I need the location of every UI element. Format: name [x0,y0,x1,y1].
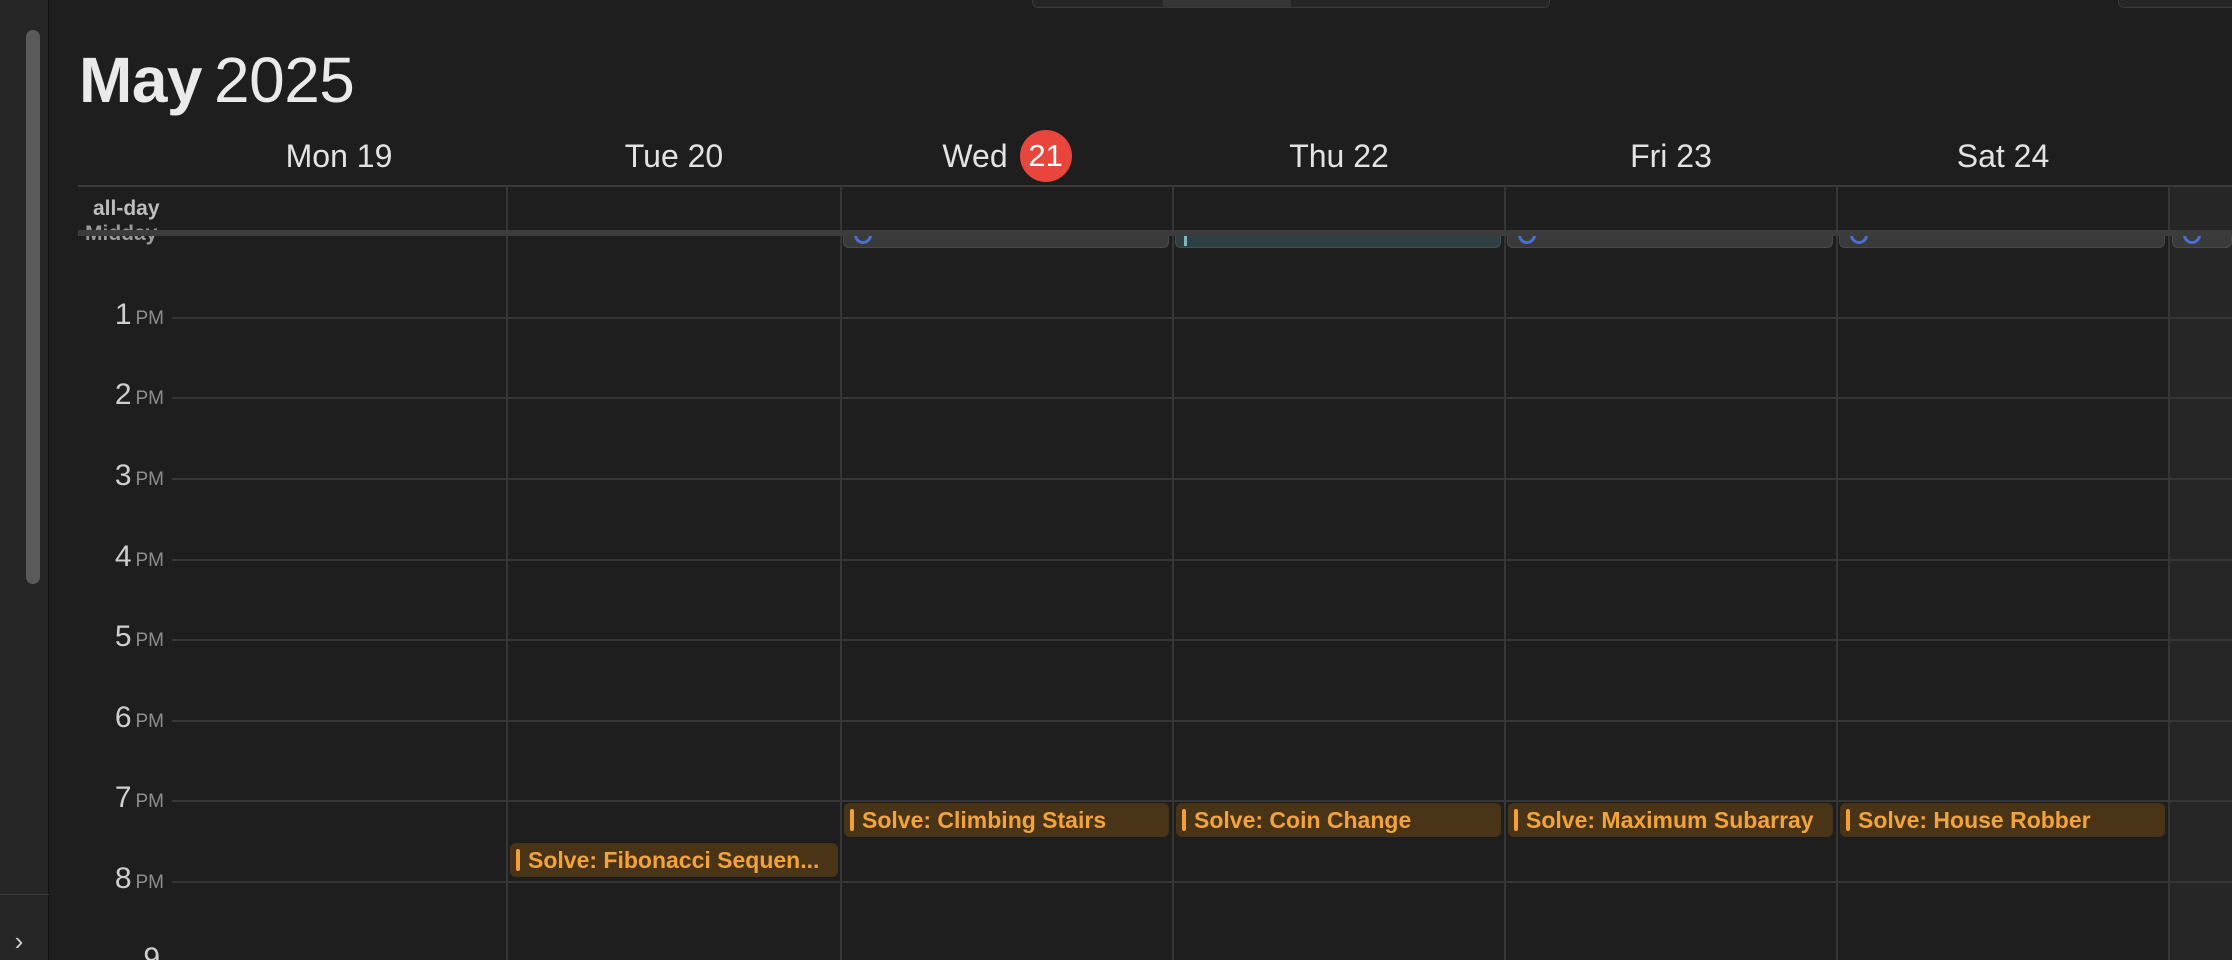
header-divider [78,185,2232,187]
hour-label: 2 PM [114,378,164,411]
view-segment-selected[interactable] [1163,0,1291,7]
event-coin-change[interactable]: Solve: Coin Change [1176,803,1501,837]
hidden-event[interactable] [2172,234,2232,248]
hour-line [172,317,2232,319]
hour-line [172,478,2232,480]
day-header-sat[interactable]: Sat 24 [1838,128,2168,184]
hidden-event[interactable] [843,234,1169,248]
title-month: May [79,44,203,116]
hour-label: 7 PM [114,781,164,814]
event-title: Solve: House Robber [1858,806,2091,833]
hour-label: 9 [143,942,160,960]
hour-line [172,639,2232,641]
day-header-wed[interactable]: Wed 21 [842,128,1172,184]
event-maximum-subarray[interactable]: Solve: Maximum Subarray [1508,803,1833,837]
event-stripe [850,809,854,831]
title-year: 2025 [214,44,355,116]
allday-label: all-day [93,197,160,220]
event-stripe [1846,809,1850,831]
hour-label: 1 PM [114,298,164,331]
allday-divider [78,230,2232,236]
event-climbing-stairs[interactable]: Solve: Climbing Stairs [844,803,1169,837]
hour-line [172,720,2232,722]
event-title: Solve: Fibonacci Sequen... [528,846,820,873]
day-header-thu[interactable]: Thu 22 [1174,128,1504,184]
column-divider [1504,186,1506,960]
column-divider [506,186,508,960]
column-divider [840,186,842,960]
day-header-mon[interactable]: Mon 19 [172,128,506,184]
view-segmented-control[interactable] [1032,0,1550,8]
hour-line [172,559,2232,561]
day-header-tue[interactable]: Tue 20 [508,128,840,184]
event-house-robber[interactable]: Solve: House Robber [1840,803,2165,837]
hidden-event[interactable] [1839,234,2165,248]
day-header-fri[interactable]: Fri 23 [1506,128,1836,184]
search-field[interactable] [2118,0,2232,8]
hour-line [172,397,2232,399]
next-day-column [2170,186,2232,960]
event-fibonacci[interactable]: Solve: Fibonacci Sequen... [510,843,838,877]
hour-label: 8 PM [114,862,164,895]
hidden-event[interactable] [1175,236,1501,248]
hour-label: 6 PM [114,701,164,734]
event-stripe [1182,809,1186,831]
hour-label: 4 PM [114,540,164,573]
page-title: May 2025 [79,40,355,120]
day-label: Tue 20 [624,137,724,174]
event-title: Solve: Climbing Stairs [862,806,1107,833]
today-badge: 21 [1019,130,1072,182]
event-stripe [516,849,520,871]
day-label: Wed [942,137,1008,174]
event-stripe [1514,809,1518,831]
hour-label: 3 PM [114,459,164,492]
hidden-event[interactable] [1507,234,1833,248]
event-title: Solve: Maximum Subarray [1526,806,1814,833]
column-divider [1172,186,1174,960]
hour-line [172,881,2232,883]
hour-line [172,800,2232,802]
hour-label: 5 PM [114,620,164,653]
day-label: Mon 19 [285,137,393,174]
event-stripe [1184,236,1187,246]
day-label: Sat 24 [1956,137,2050,174]
column-divider [2168,186,2170,960]
day-label: Fri 23 [1630,137,1712,174]
event-title: Solve: Coin Change [1194,806,1412,833]
column-divider [1836,186,1838,960]
day-label: Thu 22 [1289,137,1389,174]
